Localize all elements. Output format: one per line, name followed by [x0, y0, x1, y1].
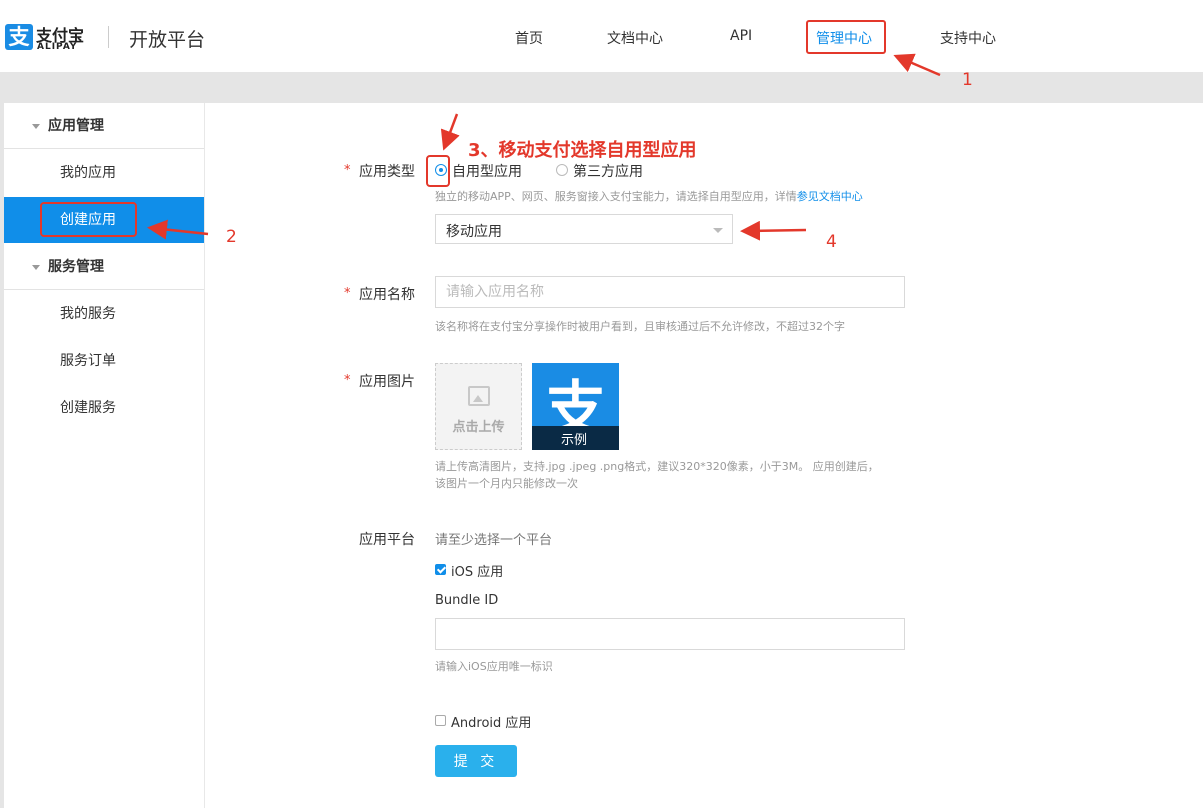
header-divider: [108, 26, 109, 48]
image-upload-button[interactable]: 点击上传: [435, 363, 522, 450]
nav-api[interactable]: API: [730, 28, 752, 44]
app-category-value: 移动应用: [446, 224, 502, 240]
top-header: 支 支付宝 ALIPAY 开放平台 首页 文档中心 API 管理中心 支持中心: [0, 0, 1203, 72]
android-label[interactable]: Android 应用: [451, 712, 531, 731]
annotation-box-create-app: [40, 202, 137, 237]
sidebar-item-create-service[interactable]: 创建服务: [4, 385, 204, 431]
logo-text-en: ALIPAY: [37, 42, 78, 52]
main-content: [205, 103, 1203, 808]
nav-docs[interactable]: 文档中心: [607, 28, 663, 48]
annotation-step-3: 3、移动支付选择自用型应用: [468, 140, 697, 161]
app-image-label: 应用图片: [359, 374, 415, 390]
app-type-hint: 独立的移动APP、网页、服务窗接入支付宝能力，请选择自用型应用，详情参见文档中心: [435, 188, 863, 204]
annotation-step-1: 1: [962, 70, 973, 90]
required-mark: *: [344, 286, 351, 301]
app-category-select[interactable]: 移动应用: [435, 214, 733, 244]
app-name-input[interactable]: [435, 276, 905, 308]
annotation-step-2: 2: [226, 227, 237, 247]
annotation-step-4: 4: [826, 232, 837, 252]
app-name-label: 应用名称: [359, 287, 415, 303]
caret-down-icon: [32, 265, 40, 270]
sidebar-item-my-services[interactable]: 我的服务: [4, 291, 204, 337]
sidebar-item-label: 服务订单: [60, 353, 116, 369]
app-type-label: 应用类型: [359, 164, 415, 180]
app-name-hint: 该名称将在支付宝分享操作时被用户看到，且审核通过后不允许修改，不超过32个字: [435, 320, 845, 333]
upload-text: 点击上传: [452, 420, 505, 435]
ios-checkbox[interactable]: [435, 564, 446, 575]
sidebar-item-my-apps[interactable]: 我的应用: [4, 150, 204, 196]
sidebar-group-app-management[interactable]: 应用管理: [4, 103, 204, 149]
example-band: 示例: [532, 426, 619, 450]
bundle-id-input[interactable]: [435, 618, 905, 650]
required-mark: *: [344, 163, 351, 178]
radio-third-party-app[interactable]: [556, 164, 568, 176]
alipay-logo-icon[interactable]: 支: [5, 24, 33, 50]
app-platform-hint: 请至少选择一个平台: [435, 533, 553, 548]
caret-down-icon: [32, 124, 40, 129]
nav-support[interactable]: 支持中心: [940, 28, 996, 48]
bundle-id-label: Bundle ID: [435, 593, 499, 608]
sidebar-item-label: 创建服务: [60, 400, 116, 416]
radio-self-use-label[interactable]: 自用型应用: [452, 161, 522, 181]
app-image-hint-1: 请上传高清图片，支持.jpg .jpeg .png格式，建议320*320像素，…: [435, 460, 879, 473]
example-image: 支 示例: [532, 363, 619, 450]
platform-title: 开放平台: [129, 29, 206, 51]
required-mark: *: [344, 373, 351, 388]
caret-down-icon: [713, 228, 723, 233]
annotation-box-radio: [426, 155, 450, 187]
image-upload-icon: [468, 386, 490, 406]
sidebar-item-label: 我的应用: [60, 165, 116, 181]
docs-center-link[interactable]: 参见文档中心: [797, 190, 863, 203]
bundle-id-hint: 请输入iOS应用唯一标识: [435, 660, 553, 673]
app-type-hint-text: 独立的移动APP、网页、服务窗接入支付宝能力，请选择自用型应用，详情: [435, 190, 797, 203]
sidebar-item-label: 我的服务: [60, 306, 116, 322]
app-platform-label: 应用平台: [359, 532, 415, 548]
android-checkbox[interactable]: [435, 715, 446, 726]
submit-button[interactable]: 提 交: [435, 745, 517, 777]
example-label: 示例: [561, 433, 588, 448]
ios-label[interactable]: iOS 应用: [451, 561, 503, 580]
sidebar-group-service-management[interactable]: 服务管理: [4, 244, 204, 290]
sidebar-group-label: 应用管理: [48, 118, 104, 134]
sidebar-item-service-orders[interactable]: 服务订单: [4, 338, 204, 384]
sidebar-group-label: 服务管理: [48, 259, 104, 275]
app-image-hint-2: 该图片一个月内只能修改一次: [435, 477, 578, 490]
annotation-box-management: [806, 20, 886, 54]
nav-home[interactable]: 首页: [515, 28, 543, 48]
radio-third-party-label[interactable]: 第三方应用: [573, 161, 643, 181]
